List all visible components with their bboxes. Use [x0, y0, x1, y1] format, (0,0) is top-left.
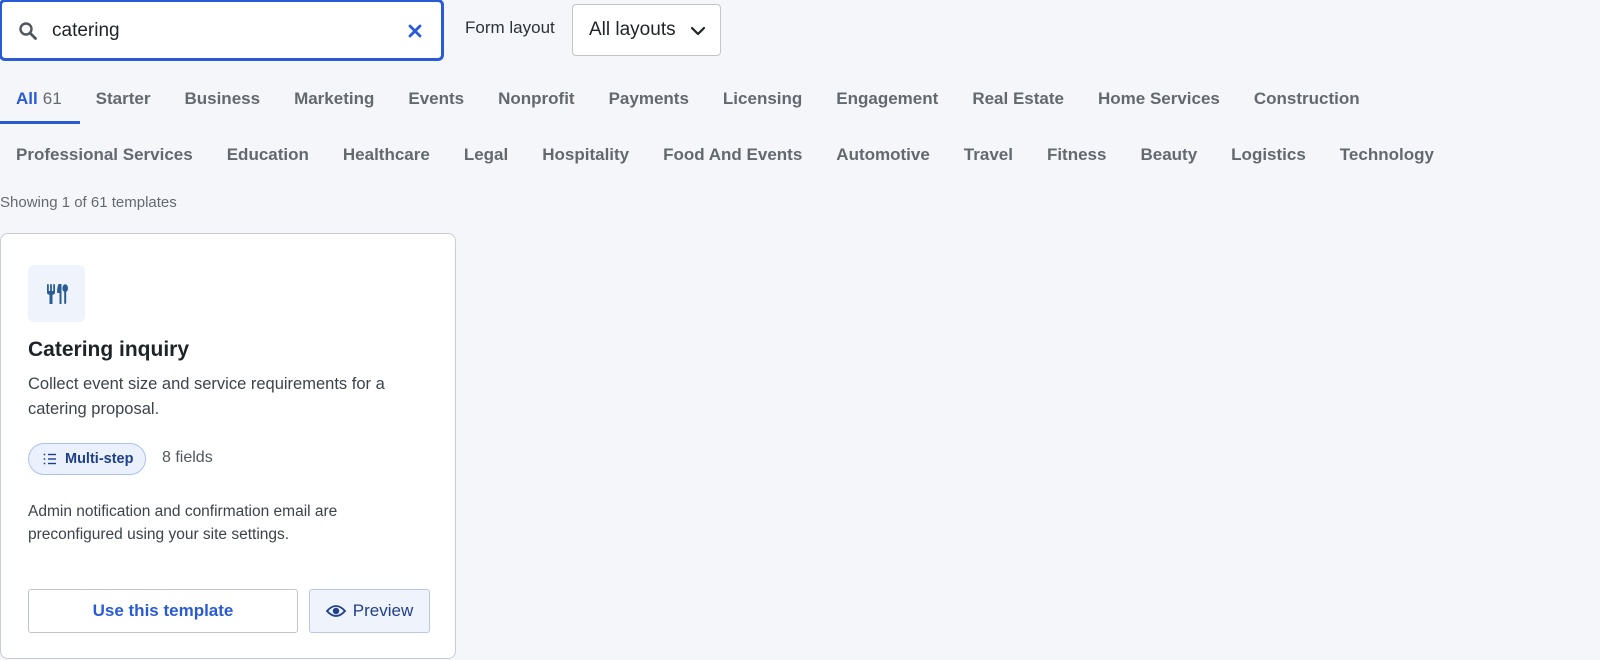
utensils-icon — [46, 283, 68, 304]
tab-label: Healthcare — [342, 145, 430, 164]
close-icon — [408, 24, 422, 38]
tab-label: Home Services — [1097, 89, 1220, 108]
tab-label: Business — [184, 89, 261, 108]
tab-engagement[interactable]: Engagement — [820, 74, 956, 124]
tab-label: Education — [226, 145, 309, 164]
tab-label: Food And Events — [663, 145, 803, 164]
tab-label: Payments — [608, 89, 689, 108]
tab-hospitality[interactable]: Hospitality — [526, 130, 647, 180]
clear-search-button[interactable] — [403, 19, 427, 43]
category-tabs-row-1: All 61 Starter Business Marketing Events… — [0, 74, 1378, 124]
list-icon — [43, 453, 56, 465]
tab-events[interactable]: Events — [392, 74, 482, 124]
search-icon — [19, 22, 37, 40]
tab-label: Starter — [95, 89, 151, 108]
category-tabs-row-2: Professional Services Education Healthca… — [0, 130, 1452, 180]
tab-label: Engagement — [836, 89, 939, 108]
eye-icon — [325, 605, 346, 617]
layout-filter-label: Form layout — [465, 18, 555, 37]
use-template-button[interactable]: Use this template — [28, 589, 298, 633]
tab-label: Fitness — [1046, 145, 1107, 164]
tab-label: Licensing — [722, 89, 803, 108]
tab-label: Construction — [1253, 89, 1360, 108]
tab-all[interactable]: All 61 — [0, 74, 80, 124]
tab-label: Events — [408, 89, 465, 108]
tab-label: Professional Services — [16, 145, 193, 164]
tab-automotive[interactable]: Automotive — [820, 130, 948, 180]
tab-real-estate[interactable]: Real Estate — [956, 74, 1082, 124]
tab-label: Marketing — [294, 89, 375, 108]
tab-technology[interactable]: Technology — [1324, 130, 1452, 180]
tab-payments[interactable]: Payments — [593, 74, 707, 124]
template-description: Collect event size and service requireme… — [28, 375, 385, 418]
tab-food-and-events[interactable]: Food And Events — [647, 130, 820, 180]
chevron-down-icon — [690, 26, 706, 36]
tab-education[interactable]: Education — [211, 130, 327, 180]
tab-label: Real Estate — [972, 89, 1064, 108]
tab-label: Legal — [463, 145, 509, 164]
template-card: Catering inquiry Collect event size and … — [0, 233, 456, 659]
template-icon-tile — [28, 265, 85, 322]
preview-label: Preview — [352, 601, 414, 620]
tab-travel[interactable]: Travel — [948, 130, 1031, 180]
tab-licensing[interactable]: Licensing — [707, 74, 820, 124]
layout-filter-value: All layouts — [589, 19, 676, 40]
tab-professional-services[interactable]: Professional Services — [0, 130, 211, 180]
tab-label: Nonprofit — [498, 89, 575, 108]
tab-healthcare[interactable]: Healthcare — [327, 130, 448, 180]
tab-fitness[interactable]: Fitness — [1031, 130, 1125, 180]
multi-step-badge: Multi-step — [28, 443, 147, 475]
field-count: 8 fields — [162, 449, 213, 466]
tab-business[interactable]: Business — [168, 74, 278, 124]
tab-home-services[interactable]: Home Services — [1082, 74, 1238, 124]
toolbar: Form layout All layouts — [0, 0, 740, 60]
tab-count: 61 — [42, 89, 62, 108]
tab-legal[interactable]: Legal — [448, 130, 526, 180]
tab-logistics[interactable]: Logistics — [1215, 130, 1324, 180]
tab-beauty[interactable]: Beauty — [1124, 130, 1215, 180]
tab-label: Logistics — [1231, 145, 1306, 164]
template-title: Catering inquiry — [28, 338, 190, 361]
tab-starter[interactable]: Starter — [80, 74, 169, 124]
tab-label: Automotive — [836, 145, 930, 164]
tab-label: Technology — [1339, 145, 1434, 164]
preview-button[interactable]: Preview — [309, 589, 430, 633]
template-note: Admin notification and confirmation emai… — [28, 503, 338, 543]
badge-label: Multi-step — [65, 451, 134, 467]
tab-construction[interactable]: Construction — [1238, 74, 1378, 124]
tab-nonprofit[interactable]: Nonprofit — [482, 74, 592, 124]
results-count: Showing 1 of 61 templates — [0, 194, 177, 211]
search-box[interactable] — [0, 0, 443, 60]
search-input[interactable] — [52, 14, 392, 48]
tab-marketing[interactable]: Marketing — [278, 74, 392, 124]
tab-label: All — [16, 89, 38, 108]
layout-filter-select[interactable]: All layouts — [572, 4, 721, 56]
tab-label: Travel — [963, 145, 1013, 164]
tab-label: Hospitality — [542, 145, 630, 164]
tab-label: Beauty — [1140, 145, 1198, 164]
